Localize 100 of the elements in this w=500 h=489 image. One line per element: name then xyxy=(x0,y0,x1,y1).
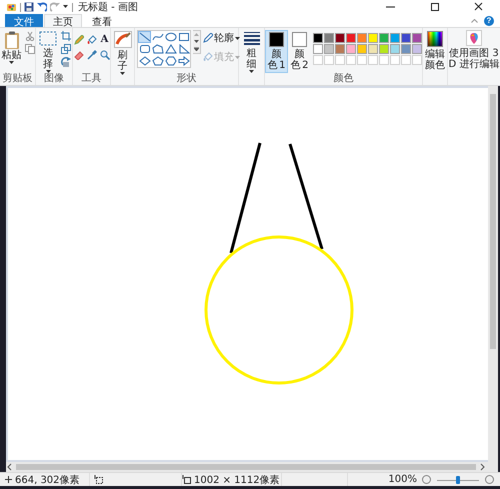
image-size: 1002 × 1112像素 xyxy=(194,474,280,486)
shape-tool[interactable] xyxy=(164,43,177,55)
color-swatch[interactable] xyxy=(390,33,400,43)
caret-icon xyxy=(235,56,240,58)
brushes-button[interactable]: 刷子 xyxy=(112,30,134,76)
selection-size-icon xyxy=(94,475,103,484)
color-swatch[interactable] xyxy=(379,44,389,54)
scroll-up-icon[interactable] xyxy=(194,33,199,36)
file-menu-tab[interactable]: 文件 xyxy=(5,14,43,27)
dashed-rectangle-icon xyxy=(39,31,57,46)
shape-tool[interactable] xyxy=(138,55,151,67)
caret-icon xyxy=(46,70,50,73)
clipboard-icon xyxy=(4,31,20,50)
color-swatch[interactable] xyxy=(357,44,367,54)
shape-tool[interactable] xyxy=(177,55,190,67)
color-swatch[interactable] xyxy=(412,33,422,43)
save-icon[interactable] xyxy=(24,2,34,12)
curve-icon xyxy=(152,32,164,42)
text-tool-button[interactable]: A xyxy=(100,35,110,45)
color-swatch[interactable] xyxy=(335,33,345,43)
color-swatch[interactable] xyxy=(335,44,345,54)
window-title: 无标题 - 画图 xyxy=(78,0,138,14)
pen-icon xyxy=(203,33,213,43)
scroll-left-icon[interactable] xyxy=(6,462,14,472)
group-label: 剪贴板 xyxy=(2,73,34,85)
color-swatch[interactable] xyxy=(401,33,411,43)
oval-icon xyxy=(164,32,176,42)
shape-tool[interactable] xyxy=(177,31,190,43)
eraser-icon[interactable] xyxy=(74,50,84,60)
cursor-position-icon xyxy=(5,476,12,483)
color-select-button[interactable]: 颜色 2 xyxy=(288,30,311,73)
color-swatch[interactable] xyxy=(379,33,389,43)
polygon-icon xyxy=(152,44,164,54)
scroll-right-icon[interactable] xyxy=(478,462,486,472)
diamond-icon xyxy=(138,56,150,66)
rectangle-icon xyxy=(178,32,190,42)
shape-tool[interactable] xyxy=(177,43,190,55)
edit-with-paint3d-button[interactable]: 使用画图 3D 进行编辑 xyxy=(448,30,500,70)
outline-button[interactable]: 轮廓 xyxy=(203,31,240,45)
zoom-out-button[interactable] xyxy=(422,475,431,484)
right-triangle-icon xyxy=(178,44,190,54)
edit-colors-button[interactable]: 编辑颜色 xyxy=(423,30,447,72)
caret-icon xyxy=(249,70,254,73)
group-label: 图像 xyxy=(43,73,65,85)
color-spectrum-icon xyxy=(427,31,443,47)
color-swatch[interactable] xyxy=(368,44,378,54)
color-swatch[interactable] xyxy=(390,44,400,54)
group-label: 颜色 xyxy=(332,73,354,85)
color-swatch[interactable] xyxy=(324,44,334,54)
crop-icon[interactable] xyxy=(61,31,71,41)
color-swatch[interactable] xyxy=(313,44,323,54)
shape-tool[interactable] xyxy=(151,43,164,55)
customize-caret-icon[interactable] xyxy=(63,5,69,9)
color-picker-icon[interactable] xyxy=(86,50,96,60)
shape-tool[interactable] xyxy=(164,31,177,43)
zoom-slider-thumb[interactable] xyxy=(456,476,460,484)
scissors-icon[interactable] xyxy=(24,31,34,41)
rotate-icon[interactable] xyxy=(61,57,71,67)
zoom-in-button[interactable] xyxy=(485,475,494,484)
shape-tool[interactable] xyxy=(138,43,151,55)
color-swatch[interactable] xyxy=(368,33,378,43)
resize-icon[interactable] xyxy=(61,44,71,54)
color-swatch[interactable] xyxy=(324,33,334,43)
shape-tool[interactable] xyxy=(151,55,164,67)
color-swatch[interactable] xyxy=(346,44,356,54)
magnifier-icon[interactable] xyxy=(100,50,110,60)
line-icon xyxy=(138,32,150,42)
paint3d-icon xyxy=(466,30,482,46)
ribbon-tab[interactable]: 主页 xyxy=(44,14,82,27)
cursor-position: 664, 302像素 xyxy=(15,474,80,486)
scrollbar-thumb[interactable] xyxy=(16,464,476,470)
color-swatch[interactable] xyxy=(346,33,356,43)
collapse-ribbon-icon[interactable] xyxy=(471,18,478,22)
help-button[interactable]: ? xyxy=(484,16,494,26)
size-button[interactable]: 粗细 xyxy=(242,30,262,74)
ribbon-tab[interactable]: 查看 xyxy=(83,14,121,27)
shape-tool[interactable] xyxy=(164,55,177,67)
scroll-down-icon[interactable] xyxy=(194,40,199,43)
shape-tool[interactable] xyxy=(151,31,164,43)
line-thickness-icon xyxy=(244,31,260,45)
paint-app-icon xyxy=(6,2,17,12)
scrollbar-thumb[interactable] xyxy=(490,94,496,349)
color-swatch[interactable] xyxy=(412,44,422,54)
fill-bucket-icon[interactable] xyxy=(86,35,96,45)
select-button[interactable]: 选择 xyxy=(37,30,59,74)
pencil-icon[interactable] xyxy=(74,35,84,45)
zoom-level: 100% xyxy=(388,474,417,485)
color-swatch[interactable] xyxy=(313,33,323,43)
color-swatch[interactable] xyxy=(401,44,411,54)
color-swatch[interactable] xyxy=(357,33,367,43)
undo-icon[interactable] xyxy=(37,2,47,12)
caret-icon xyxy=(235,36,240,40)
paste-button[interactable]: 粘贴 xyxy=(0,30,22,65)
caret-icon xyxy=(9,61,14,64)
arrow-icon xyxy=(178,56,190,66)
shape-tool[interactable] xyxy=(138,31,151,43)
color-select-button[interactable]: 颜色 1 xyxy=(265,30,288,73)
canvas-size-icon xyxy=(182,475,191,484)
copy-icon[interactable] xyxy=(24,44,34,54)
more-shapes-icon[interactable] xyxy=(194,47,199,51)
